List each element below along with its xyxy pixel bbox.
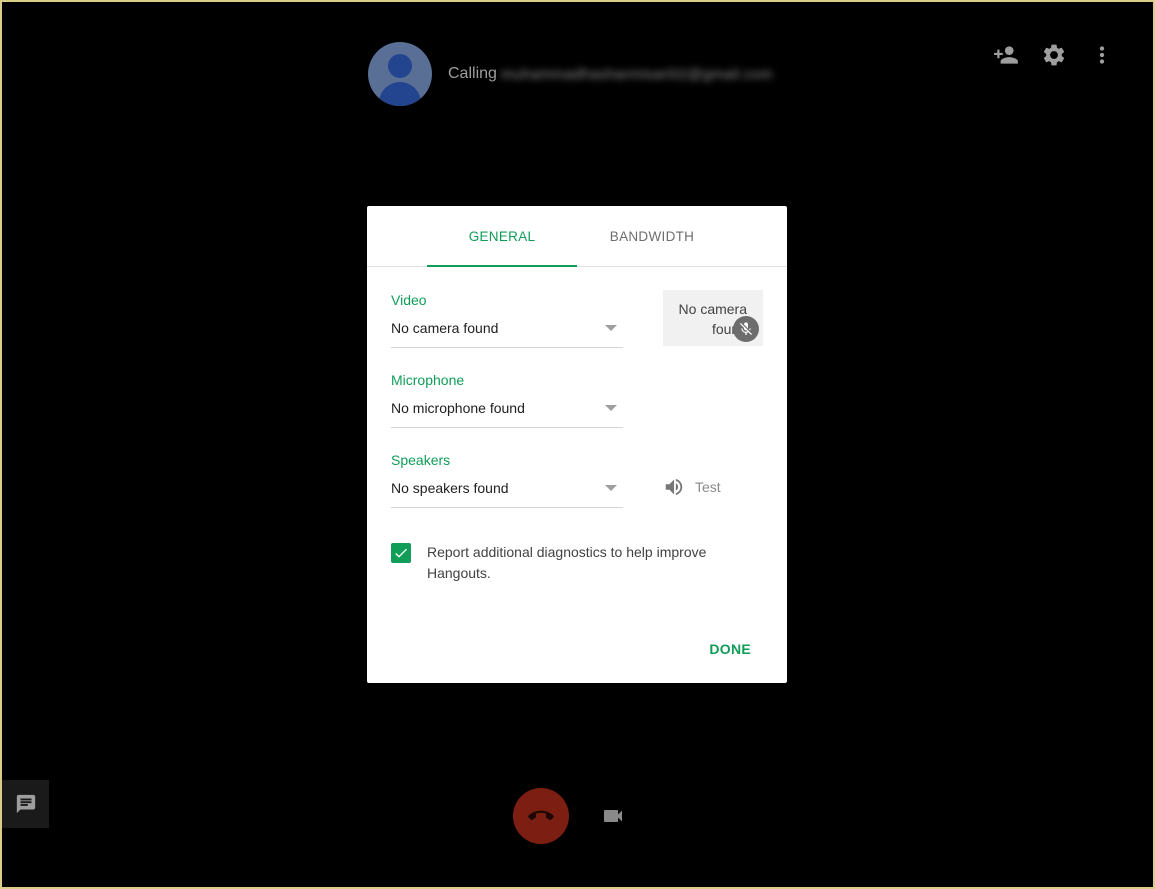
microphone-section: Microphone No microphone found — [391, 372, 623, 428]
test-label: Test — [695, 479, 721, 495]
dialog-tabs: GENERAL BANDWIDTH — [367, 206, 787, 267]
settings-dialog: GENERAL BANDWIDTH Video No camera found … — [367, 206, 787, 683]
gear-icon[interactable] — [1041, 42, 1067, 68]
calling-label: Calling — [448, 65, 497, 82]
video-label: Video — [391, 292, 427, 308]
video-toggle-button[interactable] — [601, 804, 625, 828]
mic-off-icon — [733, 316, 759, 342]
chevron-down-icon — [605, 405, 617, 411]
volume-icon — [665, 478, 683, 496]
speakers-section: Speakers No speakers found — [391, 452, 623, 508]
chevron-down-icon — [605, 325, 617, 331]
test-speakers-button[interactable]: Test — [663, 476, 721, 498]
top-actions — [993, 42, 1115, 68]
speakers-select-value: No speakers found — [391, 480, 509, 496]
videocam-icon — [604, 810, 622, 822]
call-header: Calling muhammadhasharmisari02@gmail.com — [368, 42, 773, 106]
chevron-down-icon — [605, 485, 617, 491]
diagnostics-checkbox[interactable] — [391, 543, 411, 563]
avatar — [368, 42, 432, 106]
diagnostics-label: Report additional diagnostics to help im… — [427, 544, 707, 581]
microphone-label: Microphone — [391, 372, 465, 388]
video-select-value: No camera found — [391, 320, 499, 336]
tab-bandwidth[interactable]: BANDWIDTH — [577, 206, 727, 266]
tab-general[interactable]: GENERAL — [427, 206, 577, 267]
person-add-icon[interactable] — [993, 42, 1019, 68]
more-vert-icon[interactable] — [1089, 42, 1115, 68]
hangup-button[interactable] — [513, 788, 569, 844]
done-button[interactable]: DONE — [709, 641, 751, 657]
calling-target: muhammadhasharmisari02@gmail.com — [500, 65, 773, 83]
chat-button[interactable] — [2, 780, 49, 828]
check-icon — [395, 548, 407, 558]
video-select[interactable]: No camera found — [391, 318, 623, 348]
chat-icon — [16, 794, 35, 814]
speakers-select[interactable]: No speakers found — [391, 478, 623, 508]
microphone-select-value: No microphone found — [391, 400, 525, 416]
calling-status: Calling muhammadhasharmisari02@gmail.com — [448, 65, 773, 83]
speakers-label: Speakers — [391, 452, 451, 468]
video-section: Video No camera found — [391, 292, 623, 348]
hangup-icon — [528, 810, 554, 821]
camera-preview: No camera found — [663, 290, 763, 346]
camera-preview-line1: No camera — [678, 301, 747, 317]
microphone-select[interactable]: No microphone found — [391, 398, 623, 428]
diagnostics-row: Report additional diagnostics to help im… — [391, 542, 727, 584]
